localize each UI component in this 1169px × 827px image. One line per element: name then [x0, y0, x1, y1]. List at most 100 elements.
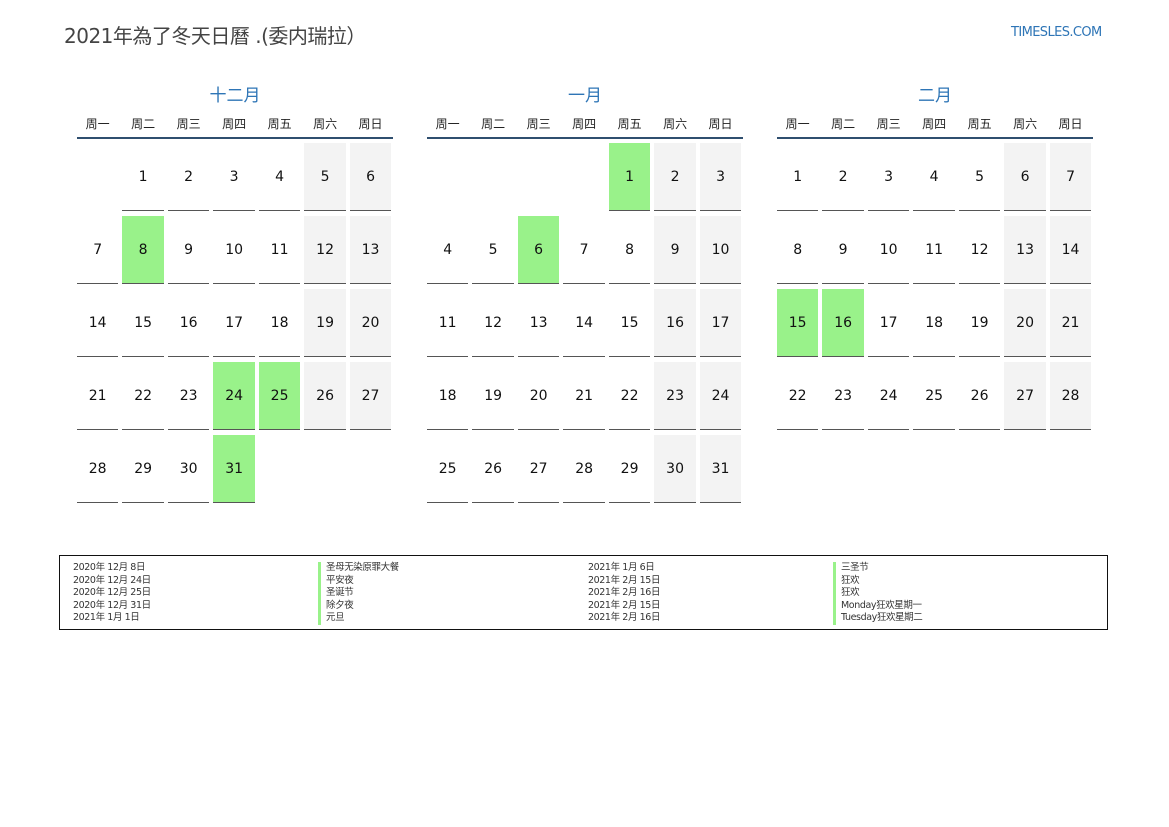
legend-names-right: 三圣节 狂欢 狂欢 Monday狂欢星期一 Tuesday狂欢星期二	[833, 562, 923, 625]
weekday-label: 周二	[831, 117, 856, 131]
day-cell: 22	[777, 362, 819, 430]
day-cell: 7	[1049, 143, 1092, 211]
day-cell: 29	[608, 435, 651, 503]
day-cell: 2	[654, 143, 696, 211]
day-cell: 17	[699, 289, 742, 357]
day-cell: 7	[77, 216, 119, 284]
day-cell: 19	[958, 289, 1001, 357]
weekday-label: 周三	[176, 117, 201, 131]
day-cell: 6	[1004, 143, 1046, 211]
day-cell: 18	[427, 362, 469, 430]
site-link[interactable]: TIMESLES.COM	[1011, 25, 1102, 40]
day-cell: 15	[608, 289, 651, 357]
weekday-label: 周六	[313, 117, 338, 131]
weekday-label: 周一	[85, 117, 110, 131]
day-cell: 11	[258, 216, 301, 284]
day-cell: 16	[167, 289, 210, 357]
day-cell: 12	[472, 289, 514, 357]
day-cell: 7	[563, 216, 605, 284]
weekday-label: 周四	[222, 117, 247, 131]
day-cell: 10	[867, 216, 910, 284]
day-cell: 20	[349, 289, 392, 357]
day-cell: 1	[777, 143, 819, 211]
day-cell: 29	[122, 435, 164, 503]
holiday-day-cell: 1	[608, 143, 651, 211]
day-cell: 26	[958, 362, 1001, 430]
empty-day-cell	[427, 143, 468, 211]
holiday-legend: 2020年 12月 8日 2020年 12月 24日 2020年 12月 25日…	[59, 555, 1108, 630]
page-title: 2021年為了冬天日曆 .(委内瑞拉）	[64, 24, 366, 48]
holiday-day-cell: 6	[517, 216, 560, 284]
legend-date: 2021年 2月 16日	[588, 612, 661, 624]
day-cell: 30	[654, 435, 696, 503]
day-cell: 4	[258, 143, 301, 211]
legend-holiday-name: 圣母无染原罪大餐	[318, 562, 399, 575]
legend-date: 2020年 12月 31日	[73, 599, 151, 611]
day-cell: 14	[77, 289, 119, 357]
day-cell: 21	[77, 362, 119, 430]
holiday-day-cell: 31	[213, 435, 255, 503]
day-cell: 3	[213, 143, 255, 211]
day-cell: 11	[427, 289, 469, 357]
day-cell: 12	[958, 216, 1001, 284]
weekday-label: 周五	[967, 117, 992, 131]
weekday-label: 周日	[1058, 117, 1083, 131]
day-cell: 24	[867, 362, 910, 430]
day-cell: 4	[427, 216, 469, 284]
day-cell: 25	[913, 362, 955, 430]
day-cell: 27	[517, 435, 560, 503]
legend-holiday-name: 三圣节	[833, 562, 922, 575]
weekday-label: 周日	[708, 117, 733, 131]
holiday-day-cell: 8	[122, 216, 164, 284]
weekday-label: 周四	[572, 117, 597, 131]
day-cell: 27	[349, 362, 392, 430]
empty-day-cell	[518, 143, 559, 211]
month-january: 一月 周一 周二 周三 周四 周五 周六 周日 1 2 3 4 5 6 7 8 9 10 11 12 1…	[427, 84, 743, 503]
day-cell: 4	[913, 143, 955, 211]
day-cell: 23	[822, 362, 864, 430]
legend-date: 2020年 12月 8日	[73, 562, 146, 573]
legend-dates-right: 2021年 1月 6日 2021年 2月 15日 2021年 2月 16日 20…	[588, 562, 660, 625]
day-cell: 8	[608, 216, 651, 284]
day-cell: 2	[167, 143, 210, 211]
month-february: 二月 周一 周二 周三 周四 周五 周六 周日 1 2 3 4 5 6 7 8 9 10 11 12 1…	[777, 84, 1093, 430]
legend-holiday-name: Tuesday狂欢星期二	[833, 612, 923, 625]
weekday-label: 周一	[435, 117, 460, 131]
legend-holiday-name: Monday狂欢星期一	[833, 599, 922, 613]
legend-dates-left: 2020年 12月 8日 2020年 12月 24日 2020年 12月 25日…	[73, 562, 151, 625]
weekday-label: 周三	[526, 117, 551, 131]
day-cell: 13	[1004, 216, 1046, 284]
day-cell: 20	[1004, 289, 1046, 357]
day-cell: 19	[304, 289, 346, 357]
empty-day-cell	[77, 143, 118, 211]
holiday-day-cell: 24	[213, 362, 255, 430]
day-cell: 5	[472, 216, 514, 284]
day-cell: 25	[427, 435, 469, 503]
month-title: 十二月	[209, 86, 261, 106]
day-cell: 3	[867, 143, 910, 211]
weekday-label: 周一	[785, 117, 810, 131]
day-cell: 12	[304, 216, 346, 284]
legend-holiday-name: 狂欢	[833, 587, 922, 600]
day-cell: 10	[213, 216, 255, 284]
day-cell: 10	[699, 216, 742, 284]
weekday-header: 周一 周二 周三 周四 周五 周六 周日	[77, 114, 393, 139]
legend-date: 2021年 2月 16日	[588, 587, 661, 599]
day-cell: 24	[699, 362, 742, 430]
empty-day-cell	[563, 143, 604, 211]
day-cell: 18	[258, 289, 301, 357]
legend-date: 2021年 1月 1日	[73, 612, 140, 624]
legend-names-left: 圣母无染原罪大餐 平安夜 圣诞节 除夕夜 元旦	[318, 562, 399, 625]
day-cell: 15	[122, 289, 164, 357]
legend-date: 2021年 1月 6日	[588, 562, 655, 573]
weekday-label: 周四	[922, 117, 947, 131]
holiday-day-cell: 25	[258, 362, 301, 430]
day-cell: 22	[122, 362, 164, 430]
day-cell: 28	[1049, 362, 1092, 430]
day-cell: 9	[167, 216, 210, 284]
weekday-header: 周一 周二 周三 周四 周五 周六 周日	[427, 114, 743, 139]
day-cell: 21	[563, 362, 605, 430]
day-cell: 5	[958, 143, 1001, 211]
weekday-header: 周一 周二 周三 周四 周五 周六 周日	[777, 114, 1093, 139]
legend-date: 2020年 12月 25日	[73, 587, 151, 599]
